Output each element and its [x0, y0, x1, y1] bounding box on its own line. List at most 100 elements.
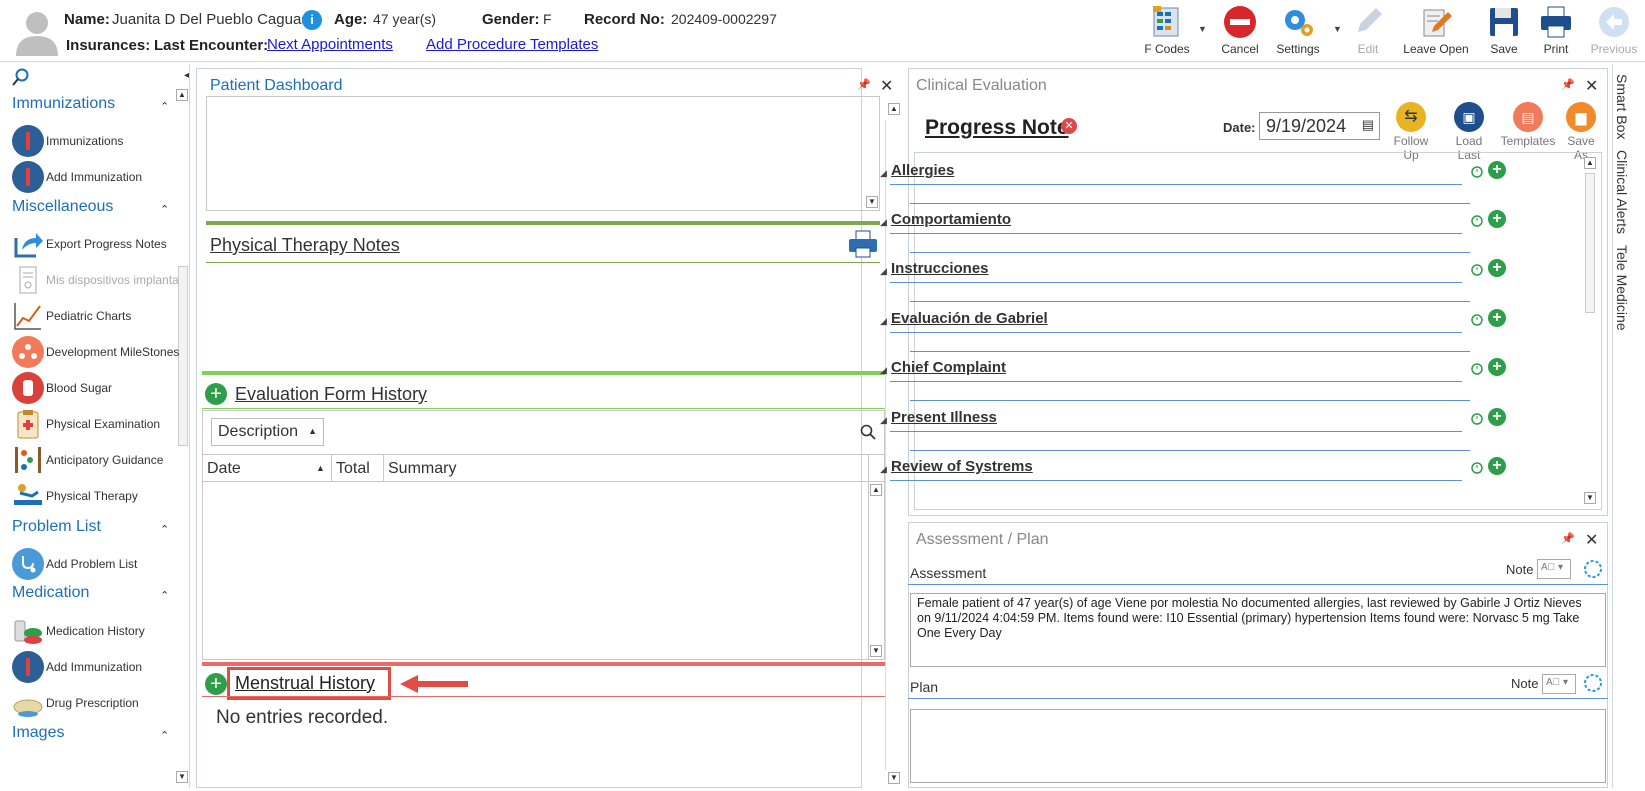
expand-icon[interactable]: ◢ [880, 316, 887, 327]
sidebar-section-medication[interactable]: Medication [12, 584, 89, 602]
sidebar-item-anticipatory-guidance[interactable]: Anticipatory Guidance [12, 443, 163, 477]
expand-icon[interactable]: ◢ [880, 217, 887, 228]
add-section-entry-button[interactable]: + [1488, 210, 1506, 228]
save-button[interactable]: Save [1482, 4, 1526, 60]
print-icon[interactable] [848, 230, 878, 258]
print-button[interactable]: Print [1534, 4, 1578, 60]
tab-clinical-alerts[interactable]: Clinical Alerts [1614, 150, 1630, 234]
sidebar-item-blood-sugar[interactable]: Blood Sugar [12, 371, 112, 405]
templates-button[interactable]: ▤ Templates [1500, 102, 1556, 148]
expand-icon[interactable]: ◢ [880, 168, 887, 179]
top-box-scroll-down[interactable]: ▼ [866, 196, 878, 208]
sidebar-item-export-progress-notes[interactable]: Export Progress Notes [12, 227, 167, 261]
pin-icon[interactable]: 📌 [857, 78, 871, 91]
section-present-illness[interactable]: ◢ Present Illness + [880, 405, 1520, 451]
alarm-clock-icon[interactable] [1470, 213, 1484, 227]
refresh-icon[interactable] [1582, 672, 1604, 694]
sidebar-scroll-up[interactable]: ▲ [176, 89, 188, 101]
expand-icon[interactable]: ◢ [880, 365, 887, 376]
add-section-entry-button[interactable]: + [1488, 408, 1506, 426]
next-appointments-link[interactable]: Next Appointments [267, 36, 393, 53]
col-date[interactable]: Date [207, 460, 241, 478]
alarm-clock-icon[interactable] [1470, 262, 1484, 276]
dashboard-scroll-up[interactable]: ▲ [888, 103, 900, 115]
chevron-up-icon[interactable]: ⌃ [160, 100, 169, 113]
progress-note-title[interactable]: Progress Note [925, 116, 1069, 140]
search-icon[interactable] [860, 424, 876, 440]
add-procedure-templates-link[interactable]: Add Procedure Templates [426, 36, 598, 53]
alarm-clock-icon[interactable] [1470, 460, 1484, 474]
refresh-icon[interactable] [1582, 558, 1604, 580]
plan-format-dropdown[interactable]: A⃞ ▾ [1542, 674, 1576, 694]
add-section-entry-button[interactable]: + [1488, 161, 1506, 179]
table-scroll-down[interactable]: ▼ [870, 645, 882, 657]
section-instrucciones[interactable]: ◢ Instrucciones + [880, 256, 1520, 302]
sidebar-scrollbar-thumb[interactable] [178, 266, 188, 446]
menstrual-history-title[interactable]: Menstrual History [235, 673, 375, 694]
chevron-up-icon[interactable]: ⌃ [160, 523, 169, 536]
evaluation-form-history-title[interactable]: Evaluation Form History [235, 384, 427, 405]
tab-smart-box[interactable]: Smart Box [1614, 74, 1630, 139]
sidebar-item-pediatric-charts[interactable]: Pediatric Charts [12, 299, 131, 333]
sidebar-item-physical-therapy[interactable]: Physical Therapy [12, 479, 138, 513]
search-icon[interactable] [12, 68, 30, 86]
pin-icon[interactable]: 📌 [1561, 532, 1575, 545]
add-section-entry-button[interactable]: + [1488, 259, 1506, 277]
pin-icon[interactable]: 📌 [1561, 78, 1575, 91]
section-evaluacion-de-gabriel[interactable]: ◢ Evaluación de Gabriel + [880, 306, 1520, 352]
col-summary[interactable]: Summary [388, 460, 456, 478]
sections-scroll-up[interactable]: ▲ [1584, 157, 1596, 169]
alarm-clock-icon[interactable] [1470, 411, 1484, 425]
sort-field-select[interactable]: Description ▲ [211, 418, 324, 446]
chevron-up-icon[interactable]: ⌃ [160, 203, 169, 216]
fcodes-dropdown-icon[interactable]: ▼ [1198, 24, 1207, 34]
sidebar-item-medication-history[interactable]: Medication History [12, 614, 145, 648]
add-section-entry-button[interactable]: + [1488, 457, 1506, 475]
add-section-entry-button[interactable]: + [1488, 358, 1506, 376]
alarm-clock-icon[interactable] [1470, 312, 1484, 326]
close-icon[interactable]: ✕ [880, 76, 893, 96]
sidebar-item-immunizations[interactable]: Immunizations [12, 124, 123, 158]
physical-therapy-notes-title[interactable]: Physical Therapy Notes [210, 235, 400, 256]
settings-dropdown-icon[interactable]: ▼ [1333, 24, 1342, 34]
sidebar-item-add-immunization[interactable]: Add Immunization [12, 160, 142, 194]
chevron-up-icon[interactable]: ⌃ [160, 729, 169, 742]
collapse-sidebar-icon[interactable]: ◂ [184, 70, 189, 81]
close-icon[interactable]: ✕ [1585, 76, 1598, 96]
add-menstrual-button[interactable]: + [205, 673, 227, 695]
sidebar-item-development-milestones[interactable]: Development MileStones [12, 335, 179, 369]
sidebar-item-mis-dispositivos[interactable]: Mis dispositivos implanta [12, 263, 179, 297]
sidebar-item-physical-examination[interactable]: Physical Examination [12, 407, 160, 441]
close-icon[interactable]: ✕ [1585, 530, 1598, 550]
calendar-icon[interactable]: ▤ [1362, 117, 1374, 133]
alarm-clock-icon[interactable] [1470, 164, 1484, 178]
sidebar-scroll-down[interactable]: ▼ [176, 771, 188, 783]
date-field[interactable]: 9/19/2024 ▤ [1259, 112, 1380, 140]
edit-button[interactable]: Edit [1346, 4, 1390, 60]
col-total[interactable]: Total [336, 460, 370, 478]
expand-icon[interactable]: ◢ [880, 415, 887, 426]
section-chief-complaint[interactable]: ◢ Chief Complaint + [880, 355, 1520, 401]
section-allergies[interactable]: ◢ Allergies + [880, 158, 1520, 204]
sections-scroll-down[interactable]: ▼ [1584, 492, 1596, 504]
cancel-button[interactable]: Cancel [1210, 4, 1270, 60]
alarm-clock-icon[interactable] [1470, 361, 1484, 375]
sidebar-section-problem-list[interactable]: Problem List [12, 518, 101, 536]
add-evaluation-button[interactable]: + [205, 383, 227, 405]
leave-open-button[interactable]: Leave Open [1398, 4, 1474, 60]
add-section-entry-button[interactable]: + [1488, 309, 1506, 327]
info-icon[interactable]: i [302, 10, 322, 30]
chevron-up-icon[interactable]: ⌃ [160, 589, 169, 602]
sidebar-item-add-problem-list[interactable]: Add Problem List [12, 547, 137, 581]
dashboard-scroll-down[interactable]: ▼ [888, 772, 900, 784]
expand-icon[interactable]: ◢ [880, 464, 887, 475]
previous-button[interactable]: Previous [1586, 4, 1642, 60]
sidebar-section-immunizations[interactable]: Immunizations [12, 95, 115, 113]
note-format-dropdown[interactable]: A⃞ ▾ [1537, 559, 1571, 579]
plan-textarea[interactable] [910, 709, 1606, 783]
sidebar-item-drug-prescription[interactable]: Drug Prescription [12, 686, 139, 720]
sections-scrollbar-thumb[interactable] [1585, 173, 1595, 313]
section-comportamiento[interactable]: ◢ Comportamiento + [880, 207, 1520, 253]
sidebar-section-miscellaneous[interactable]: Miscellaneous [12, 198, 113, 216]
sidebar-item-add-immunization-2[interactable]: Add Immunization [12, 650, 142, 684]
